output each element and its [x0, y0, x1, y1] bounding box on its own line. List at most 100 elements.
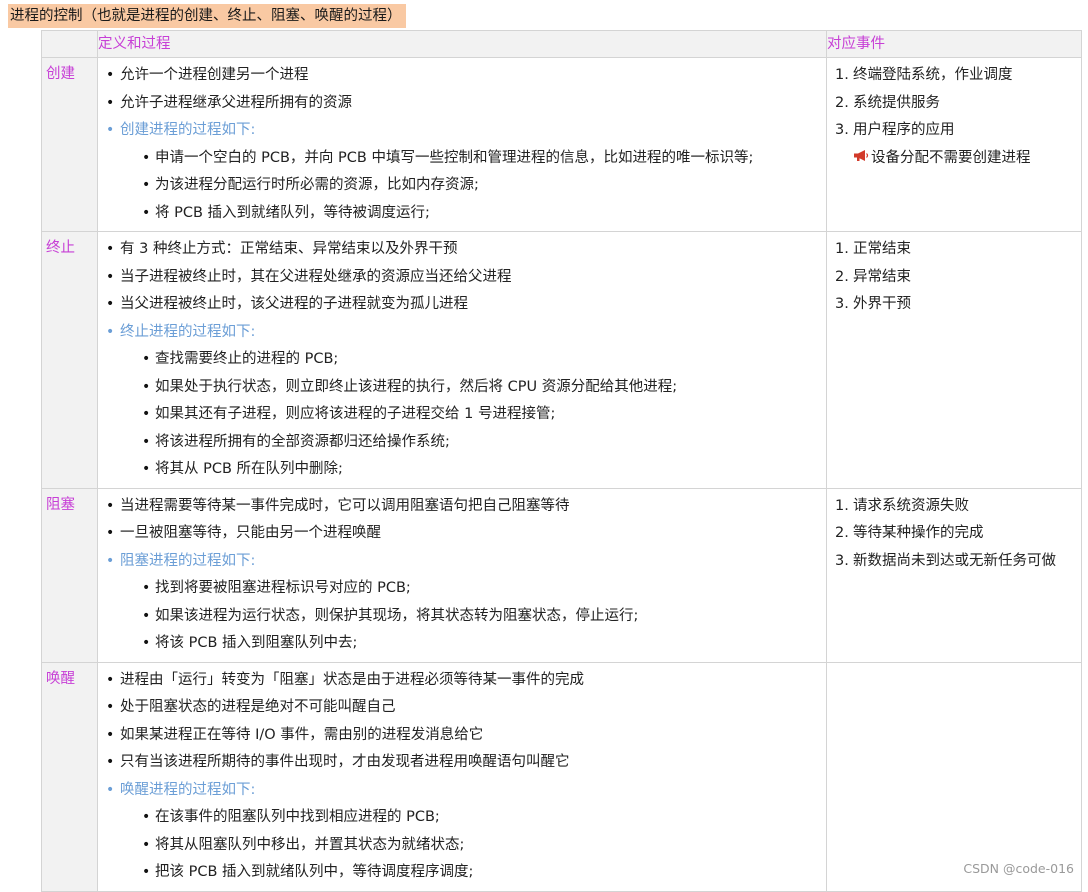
- process-step-bullet: 将该 PCB 插入到阻塞队列中去;: [102, 630, 822, 658]
- event-item: 1. 请求系统资源失败: [831, 493, 1077, 521]
- process-step-bullet: 如果其还有子进程，则应将该进程的子进程交给 1 号进程接管;: [102, 401, 822, 429]
- event-item: 3. 新数据尚未到达或无新任务可做: [831, 548, 1077, 576]
- process-step-bullet: 将 PCB 插入到就绪队列，等待被调度运行;: [102, 200, 822, 228]
- process-steps-heading: 阻塞进程的过程如下:: [102, 548, 822, 576]
- row-label: 阻塞: [41, 487, 98, 663]
- table-row: 唤醒进程由「运行」转变为「阻塞」状态是由于进程必须等待某一事件的完成处于阻塞状态…: [41, 661, 1082, 892]
- section-heading: 进程的控制（也就是进程的创建、终止、阻塞、唤醒的过程）: [8, 4, 406, 28]
- definition-bullet: 当父进程被终止时，该父进程的子进程就变为孤儿进程: [102, 291, 822, 319]
- bullet-text: 允许子进程继承父进程所拥有的资源: [120, 94, 352, 111]
- definition-bullet: 只有当该进程所期待的事件出现时，才由发现者进程用唤醒语句叫醒它: [102, 749, 822, 777]
- bullet-text: 将其从阻塞队列中移出，并置其状态为就绪状态;: [155, 836, 465, 853]
- process-step-bullet: 在该事件的阻塞队列中找到相应进程的 PCB;: [102, 804, 822, 832]
- events-cell: 1. 正常结束 2. 异常结束 3. 外界干预: [826, 231, 1082, 489]
- bullet-text: 将该 PCB 插入到阻塞队列中去;: [155, 635, 358, 651]
- definition-bullet: 有 3 种终止方式：正常结束、异常结束以及外界干预: [102, 236, 822, 264]
- bullet-text: 将其从 PCB 所在队列中删除;: [155, 461, 343, 477]
- bullet-text: 查找需要终止的进程的 PCB;: [155, 351, 339, 367]
- process-step-bullet: 将其从阻塞队列中移出，并置其状态为就绪状态;: [102, 832, 822, 860]
- bullet-text: 在该事件的阻塞队列中找到相应进程的 PCB;: [155, 809, 440, 825]
- process-step-bullet: 找到将要被阻塞进程标识号对应的 PCB;: [102, 575, 822, 603]
- bullet-text: 唤醒进程的过程如下:: [120, 781, 256, 798]
- bullet-text: 如果处于执行状态，则立即终止该进程的执行，然后将 CPU 资源分配给其他进程;: [155, 378, 678, 395]
- bullet-text: 把该 PCB 插入到就绪队列中，等待调度程序调度;: [155, 864, 474, 880]
- bullet-text: 创建进程的过程如下:: [120, 122, 256, 138]
- process-step-bullet: 为该进程分配运行时所必需的资源，比如内存资源;: [102, 172, 822, 200]
- definition-bullet: 允许一个进程创建另一个进程: [102, 62, 822, 90]
- table-row: 终止有 3 种终止方式：正常结束、异常结束以及外界干预当子进程被终止时，其在父进…: [41, 231, 1082, 489]
- definition-bullet: 当子进程被终止时，其在父进程处继承的资源应当还给父进程: [102, 264, 822, 292]
- bullet-text: 阻塞进程的过程如下:: [120, 552, 256, 569]
- process-steps-heading: 终止进程的过程如下:: [102, 319, 822, 347]
- definition-cell: 有 3 种终止方式：正常结束、异常结束以及外界干预当子进程被终止时，其在父进程处…: [97, 231, 827, 489]
- process-step-bullet: 如果处于执行状态，则立即终止该进程的执行，然后将 CPU 资源分配给其他进程;: [102, 374, 822, 402]
- header-events: 对应事件: [826, 30, 1082, 58]
- event-text: 等待某种操作的完成: [853, 525, 984, 541]
- bullet-text: 终止进程的过程如下:: [120, 323, 256, 340]
- event-item: 2. 系统提供服务: [831, 90, 1077, 118]
- event-text: 终端登陆系统，作业调度: [853, 67, 1013, 83]
- event-item: 1. 终端登陆系统，作业调度: [831, 62, 1077, 90]
- bullet-text: 将该进程所拥有的全部资源都归还给操作系统;: [155, 433, 450, 450]
- definition-cell: 允许一个进程创建另一个进程允许子进程继承父进程所拥有的资源创建进程的过程如下: 申…: [97, 57, 827, 232]
- process-step-bullet: 申请一个空白的 PCB，并向 PCB 中填写一些控制和管理进程的信息，比如进程的…: [102, 145, 822, 173]
- bullet-text: 当进程需要等待某一事件完成时，它可以调用阻塞语句把自己阻塞等待: [120, 497, 570, 514]
- definition-bullet: 如果某进程正在等待 I/O 事件，需由别的进程发消息给它: [102, 722, 822, 750]
- bullet-text: 找到将要被阻塞进程标识号对应的 PCB;: [155, 580, 411, 596]
- definition-bullet: 一旦被阻塞等待，只能由另一个进程唤醒: [102, 520, 822, 548]
- table-row: 创建允许一个进程创建另一个进程允许子进程继承父进程所拥有的资源创建进程的过程如下…: [41, 57, 1082, 232]
- megaphone-icon: [853, 149, 869, 166]
- event-text: 异常结束: [853, 268, 911, 285]
- event-number: 1.: [835, 241, 849, 257]
- bullet-text: 申请一个空白的 PCB，并向 PCB 中填写一些控制和管理进程的信息，比如进程的…: [155, 149, 754, 166]
- event-number: 2.: [835, 94, 849, 111]
- bullet-text: 为该进程分配运行时所必需的资源，比如内存资源;: [155, 177, 479, 193]
- bullet-text: 如果该进程为运行状态，则保护其现场，将其状态转为阻塞状态，停止运行;: [155, 607, 639, 624]
- event-number: 2.: [835, 268, 849, 285]
- table-row: 阻塞当进程需要等待某一事件完成时，它可以调用阻塞语句把自己阻塞等待一旦被阻塞等待…: [41, 487, 1082, 663]
- event-text: 请求系统资源失败: [853, 497, 969, 514]
- bullet-text: 将 PCB 插入到就绪队列，等待被调度运行;: [155, 204, 430, 221]
- event-text: 新数据尚未到达或无新任务可做: [853, 552, 1056, 569]
- bullet-text: 进程由「运行」转变为「阻塞」状态是由于进程必须等待某一事件的完成: [120, 671, 584, 688]
- events-cell: [826, 661, 1082, 892]
- bullet-text: 一旦被阻塞等待，只能由另一个进程唤醒: [120, 525, 381, 541]
- events-cell: 1. 请求系统资源失败 2. 等待某种操作的完成 3. 新数据尚未到达或无新任务可做: [826, 487, 1082, 663]
- bullet-text: 允许一个进程创建另一个进程: [120, 67, 309, 83]
- process-step-bullet: 如果该进程为运行状态，则保护其现场，将其状态转为阻塞状态，停止运行;: [102, 603, 822, 631]
- event-number: 3.: [835, 296, 849, 312]
- watermark: CSDN @code-016: [963, 861, 1074, 876]
- event-item: 3. 外界干预: [831, 291, 1077, 319]
- definition-bullet: 当进程需要等待某一事件完成时，它可以调用阻塞语句把自己阻塞等待: [102, 493, 822, 521]
- definition-bullet: 允许子进程继承父进程所拥有的资源: [102, 90, 822, 118]
- bullet-text: 如果其还有子进程，则应将该进程的子进程交给 1 号进程接管;: [155, 406, 556, 422]
- event-item: 1. 正常结束: [831, 236, 1077, 264]
- header-definition: 定义和过程: [97, 30, 827, 58]
- process-step-bullet: 将其从 PCB 所在队列中删除;: [102, 456, 822, 484]
- definition-bullet: 进程由「运行」转变为「阻塞」状态是由于进程必须等待某一事件的完成: [102, 667, 822, 695]
- process-step-bullet: 查找需要终止的进程的 PCB;: [102, 346, 822, 374]
- event-text: 外界干预: [853, 296, 911, 312]
- bullet-text: 有 3 种终止方式：正常结束、异常结束以及外界干预: [120, 241, 458, 257]
- events-cell: 1. 终端登陆系统，作业调度 2. 系统提供服务 3. 用户程序的应用 设备分配不需要创建进…: [826, 57, 1082, 232]
- header-empty: [41, 30, 98, 58]
- row-label: 唤醒: [41, 661, 98, 892]
- bullet-text: 当子进程被终止时，其在父进程处继承的资源应当还给父进程: [120, 268, 512, 285]
- definition-cell: 进程由「运行」转变为「阻塞」状态是由于进程必须等待某一事件的完成处于阻塞状态的进…: [97, 661, 827, 892]
- event-note: 设备分配不需要创建进程: [831, 145, 1077, 173]
- event-item: 3. 用户程序的应用: [831, 117, 1077, 145]
- event-item: 2. 异常结束: [831, 264, 1077, 292]
- process-steps-heading: 创建进程的过程如下:: [102, 117, 822, 145]
- definition-cell: 当进程需要等待某一事件完成时，它可以调用阻塞语句把自己阻塞等待一旦被阻塞等待，只…: [97, 487, 827, 663]
- bullet-text: 只有当该进程所期待的事件出现时，才由发现者进程用唤醒语句叫醒它: [120, 754, 570, 770]
- event-number: 1.: [835, 67, 849, 83]
- table-header-row: 定义和过程 对应事件: [41, 30, 1082, 58]
- bullet-text: 处于阻塞状态的进程是绝对不可能叫醒自己: [120, 699, 396, 715]
- process-step-bullet: 把该 PCB 插入到就绪队列中，等待调度程序调度;: [102, 859, 822, 887]
- process-control-table: 定义和过程 对应事件 创建允许一个进程创建另一个进程允许子进程继承父进程所拥有的…: [41, 30, 1082, 892]
- note-text: 设备分配不需要创建进程: [871, 149, 1031, 166]
- event-item: 2. 等待某种操作的完成: [831, 520, 1077, 548]
- event-number: 1.: [835, 497, 849, 514]
- row-label: 创建: [41, 57, 98, 232]
- event-number: 3.: [835, 552, 849, 569]
